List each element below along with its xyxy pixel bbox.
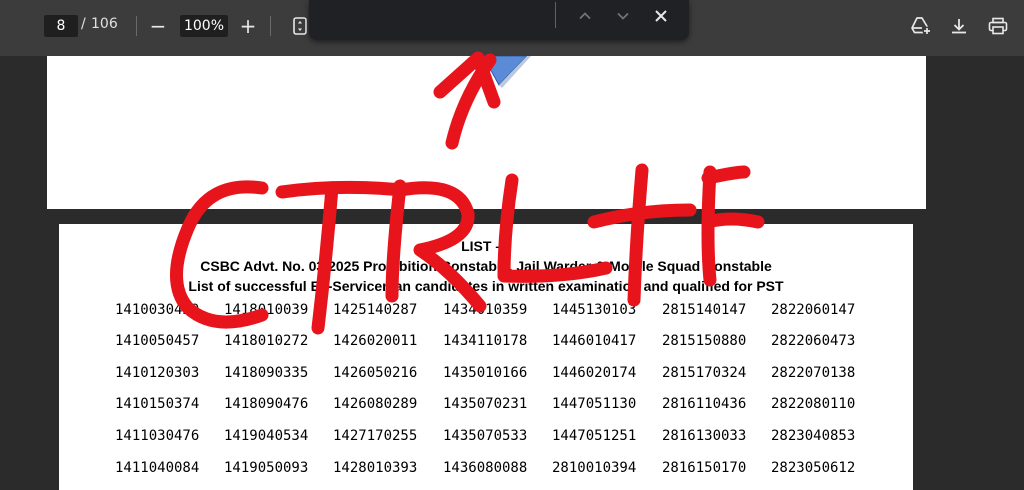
roll-number-cell: 2815170324 bbox=[662, 365, 747, 381]
roll-number-cell: 2822060473 bbox=[771, 333, 856, 349]
table-row: 1411030476 1419040534 1427170255 1435070533… bbox=[59, 428, 913, 448]
roll-number-cell: 1446020174 bbox=[552, 365, 637, 381]
roll-number-cell: 1426020011 bbox=[333, 333, 418, 349]
roll-number-cell: 1426080289 bbox=[333, 396, 418, 412]
roll-number-cell: 1428010393 bbox=[333, 460, 418, 476]
roll-number-cell: 2822070138 bbox=[771, 365, 856, 381]
roll-number-cell: 2816150170 bbox=[662, 460, 747, 476]
close-icon bbox=[655, 10, 667, 22]
find-next-button[interactable] bbox=[609, 2, 637, 30]
roll-number-cell: 2822060147 bbox=[771, 302, 856, 318]
zoom-level-input[interactable]: 100% bbox=[180, 15, 228, 37]
list-heading: LIST – I bbox=[461, 238, 511, 254]
roll-number-cell: 1410150374 bbox=[115, 396, 200, 412]
find-divider bbox=[555, 2, 556, 28]
roll-number-cell: 1410120303 bbox=[115, 365, 200, 381]
print-button[interactable] bbox=[982, 10, 1014, 42]
roll-number-cell: 1434110178 bbox=[443, 333, 528, 349]
pdf-page-previous bbox=[47, 56, 926, 209]
print-icon bbox=[988, 17, 1008, 35]
roll-number-cell: 2823040853 bbox=[771, 428, 856, 444]
find-previous-button[interactable] bbox=[571, 2, 599, 30]
find-bar bbox=[309, 0, 689, 40]
table-row: 1410030429 1418010039 1425140287 1434010359… bbox=[59, 302, 913, 322]
document-subheading: List of successful Ex-Serviceman candida… bbox=[188, 278, 784, 294]
roll-number-cell: 1435070231 bbox=[443, 396, 528, 412]
find-close-button[interactable] bbox=[647, 2, 675, 30]
document-heading: CSBC Advt. No. 03/2025 Prohibition Const… bbox=[200, 258, 772, 274]
find-input[interactable] bbox=[321, 6, 550, 34]
roll-number-cell: 1419040534 bbox=[224, 428, 309, 444]
roll-number-cell: 1418010039 bbox=[224, 302, 309, 318]
fit-page-icon bbox=[293, 17, 307, 35]
page-graphic-fragment bbox=[482, 56, 531, 88]
toolbar-divider bbox=[136, 16, 137, 36]
download-icon bbox=[952, 19, 966, 34]
roll-number-cell: 1435010166 bbox=[443, 365, 528, 381]
table-row: 1410050457 1418010272 1426020011 1434110178… bbox=[59, 333, 913, 353]
add-to-drive-icon bbox=[911, 17, 932, 36]
roll-number-cell: 1418090335 bbox=[224, 365, 309, 381]
roll-number-cell: 2816110436 bbox=[662, 396, 747, 412]
roll-number-cell: 1435070533 bbox=[443, 428, 528, 444]
chevron-up-icon bbox=[579, 12, 591, 20]
table-row: 1411040084 1419050093 1428010393 1436080088… bbox=[59, 460, 913, 480]
roll-number-cell: 1447051130 bbox=[552, 396, 637, 412]
roll-number-cell: 2823050612 bbox=[771, 460, 856, 476]
roll-number-cell: 2822080110 bbox=[771, 396, 856, 412]
roll-number-cell: 1411030476 bbox=[115, 428, 200, 444]
roll-number-cell: 1436080088 bbox=[443, 460, 528, 476]
roll-number-cell: 2815140147 bbox=[662, 302, 747, 318]
roll-number-cell: 1445130103 bbox=[552, 302, 637, 318]
toolbar-divider bbox=[270, 16, 271, 36]
roll-number-cell: 1426050216 bbox=[333, 365, 418, 381]
page-separator: / bbox=[81, 16, 86, 32]
total-pages: 106 bbox=[91, 16, 118, 32]
roll-number-cell: 1419050093 bbox=[224, 460, 309, 476]
add-to-drive-button[interactable] bbox=[905, 10, 937, 42]
roll-number-cell: 1446010417 bbox=[552, 333, 637, 349]
roll-number-cell: 1418090476 bbox=[224, 396, 309, 412]
page-number-input[interactable]: 8 bbox=[44, 15, 78, 37]
pdf-page-current: LIST – I CSBC Advt. No. 03/2025 Prohibit… bbox=[59, 224, 913, 490]
download-button[interactable] bbox=[943, 10, 975, 42]
roll-number-cell: 1447051251 bbox=[552, 428, 637, 444]
roll-number-cell: 1411040084 bbox=[115, 460, 200, 476]
roll-number-cell: 2810010394 bbox=[552, 460, 637, 476]
roll-number-cell: 1427170255 bbox=[333, 428, 418, 444]
roll-number-cell: 2815150880 bbox=[662, 333, 747, 349]
chevron-down-icon bbox=[617, 12, 629, 20]
zoom-out-button[interactable]: − bbox=[142, 10, 174, 42]
roll-number-cell: 1425140287 bbox=[333, 302, 418, 318]
zoom-in-button[interactable]: + bbox=[232, 10, 264, 42]
roll-number-cell: 1418010272 bbox=[224, 333, 309, 349]
roll-number-cell: 1434010359 bbox=[443, 302, 528, 318]
roll-number-cell: 2816130033 bbox=[662, 428, 747, 444]
roll-number-cell: 1410030429 bbox=[115, 302, 200, 318]
roll-number-cell: 1410050457 bbox=[115, 333, 200, 349]
table-row: 1410150374 1418090476 1426080289 1435070231… bbox=[59, 396, 913, 416]
table-row: 1410120303 1418090335 1426050216 1435010166… bbox=[59, 365, 913, 385]
